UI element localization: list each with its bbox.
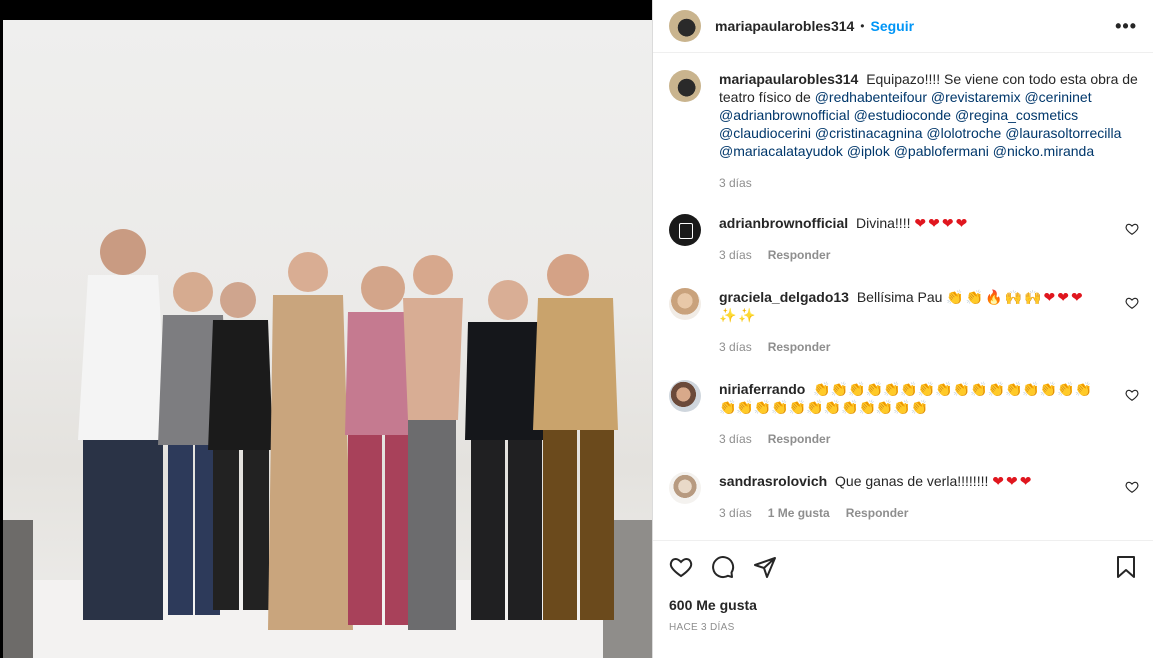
bookmark-icon[interactable] [1115,555,1137,579]
instagram-post: mariapaularobles314 • Seguir ••• mariapa… [0,0,1153,658]
comment-username[interactable]: adrianbrownofficial [719,215,848,231]
commenter-avatar[interactable] [669,214,701,246]
comment-username[interactable]: sandrasrolovich [719,473,827,489]
comment-meta: 3 días 1 Me gusta Responder [719,506,908,520]
reply-button[interactable]: Responder [768,248,831,262]
comment-text: Bellísima Pau [856,289,943,305]
like-comment-heart-icon[interactable] [1125,480,1139,494]
group-photo [3,20,652,658]
comment-icon[interactable] [711,555,735,579]
post-actions: 600 Me gusta HACE 3 DÍAS [653,540,1153,658]
action-icons [669,555,777,579]
caption-username[interactable]: mariapaularobles314 [719,71,858,87]
reply-button[interactable]: Responder [768,340,831,354]
comment-meta: 3 días Responder [719,432,830,446]
comment-body: sandrasrolovich Que ganas de verla!!!!!!… [719,472,1109,490]
caption-time[interactable]: 3 días [719,176,752,190]
heart-icon[interactable] [669,555,693,579]
save-wrapper [1115,555,1137,579]
post-photo[interactable] [0,0,652,658]
comment-username[interactable]: niriaferrando [719,381,805,397]
post-sidebar: mariapaularobles314 • Seguir ••• mariapa… [652,0,1153,658]
comment-body: graciela_delgado13 Bellísima Pau 👏👏🔥🙌🙌❤❤… [719,288,1109,324]
comment-time[interactable]: 3 días [719,248,752,262]
commenter-avatar[interactable] [669,288,701,320]
reply-button[interactable]: Responder [846,506,909,520]
comment-meta: 3 días Responder [719,340,830,354]
caption-meta: 3 días [719,176,752,190]
comment-emoji: ❤❤❤ [992,473,1034,489]
like-comment-heart-icon[interactable] [1125,388,1139,402]
comment-likes[interactable]: 1 Me gusta [768,506,830,520]
comment-text: Que ganas de verla!!!!!!!! [835,473,989,489]
comment-time[interactable]: 3 días [719,432,752,446]
reply-button[interactable]: Responder [768,432,831,446]
caption-avatar[interactable] [669,70,701,102]
like-comment-heart-icon[interactable] [1125,222,1139,236]
post-header: mariapaularobles314 • Seguir ••• [653,0,1153,53]
more-icon[interactable]: ••• [1115,16,1137,37]
commenter-avatar[interactable] [669,472,701,504]
commenter-avatar[interactable] [669,380,701,412]
owner-avatar[interactable] [669,10,701,42]
likes-count[interactable]: 600 Me gusta [669,597,757,613]
comment-text: Divina!!!! [856,215,911,231]
comment-time[interactable]: 3 días [719,340,752,354]
share-icon[interactable] [753,555,777,579]
comment-time[interactable]: 3 días [719,506,752,520]
like-comment-heart-icon[interactable] [1125,296,1139,310]
comments-list[interactable]: mariapaularobles314 Equipazo!!!! Se vien… [653,54,1153,540]
comment-emoji: ❤❤❤❤ [914,215,970,231]
comment-body: niriaferrando 👏👏👏👏👏👏👏👏👏👏👏👏👏👏👏👏 👏👏👏👏👏👏👏👏👏… [719,380,1109,416]
post-timestamp[interactable]: HACE 3 DÍAS [669,622,735,633]
comment-body: adrianbrownofficial Divina!!!! ❤❤❤❤ [719,214,1109,232]
separator-dot: • [860,19,865,33]
follow-button[interactable]: Seguir [871,18,915,34]
owner-username[interactable]: mariapaularobles314 [715,18,854,34]
comment-meta: 3 días Responder [719,248,830,262]
comment-username[interactable]: graciela_delgado13 [719,289,849,305]
caption-body: mariapaularobles314 Equipazo!!!! Se vien… [719,70,1139,160]
